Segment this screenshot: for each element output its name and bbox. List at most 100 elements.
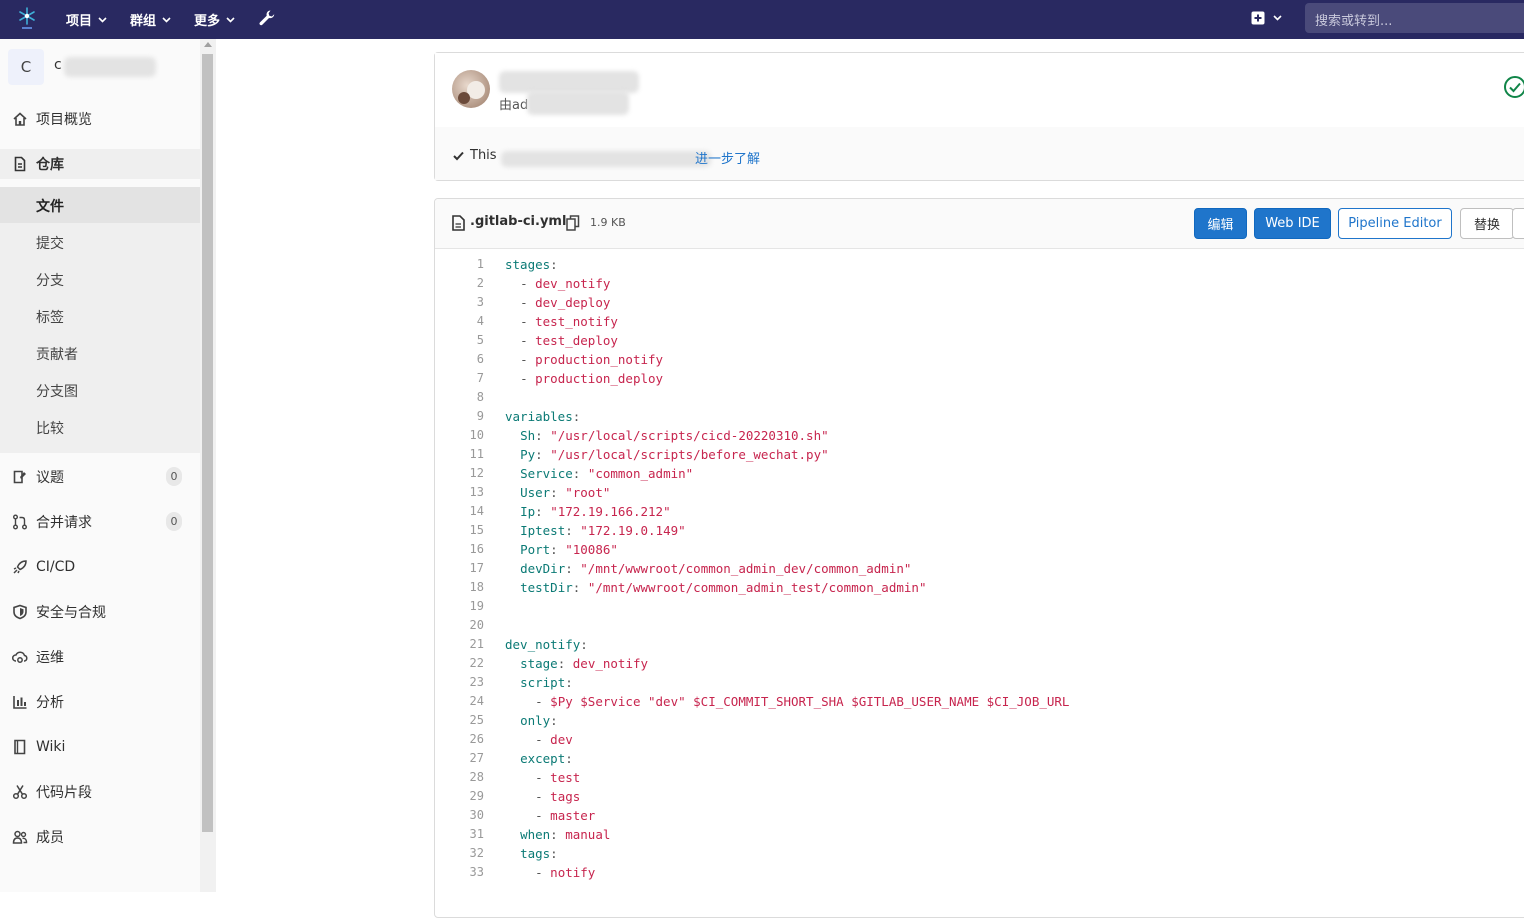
admin-wrench-icon[interactable] xyxy=(258,9,276,27)
scroll-up-arrow-icon[interactable] xyxy=(204,42,212,47)
code-text: - production_deploy xyxy=(520,371,664,386)
sidebar-item-merge-requests[interactable]: 合并请求 0 xyxy=(0,507,200,537)
line-number[interactable]: 7 xyxy=(435,371,484,385)
sidebar-item-overview[interactable]: 项目概览 xyxy=(0,104,200,134)
search-input[interactable]: 搜索或转到... xyxy=(1305,3,1524,33)
avatar[interactable] xyxy=(452,70,490,108)
line-number[interactable]: 8 xyxy=(435,390,484,404)
line-number[interactable]: 5 xyxy=(435,333,484,347)
sidebar-sub-contributors[interactable]: 贡献者 xyxy=(0,335,200,371)
line-number[interactable]: 31 xyxy=(435,827,484,841)
line-number[interactable]: 9 xyxy=(435,409,484,423)
project-name: c xyxy=(54,57,62,73)
plus-square-icon xyxy=(1251,11,1265,25)
line-number[interactable]: 33 xyxy=(435,865,484,879)
line-number[interactable]: 24 xyxy=(435,694,484,708)
line-number[interactable]: 30 xyxy=(435,808,484,822)
code-line: 7 - production_deploy xyxy=(435,371,1524,390)
commit-info-bar: This 进一步了解 xyxy=(435,127,1524,180)
copy-icon[interactable] xyxy=(566,215,580,231)
book-icon xyxy=(14,739,26,755)
code-text: User: "root" xyxy=(520,485,611,500)
pipeline-success-icon[interactable] xyxy=(1503,75,1524,99)
line-number[interactable]: 20 xyxy=(435,618,484,632)
sidebar-item-label: 合并请求 xyxy=(36,515,92,531)
sidebar-sub-files[interactable]: 文件 xyxy=(0,187,200,223)
sub-label: 标签 xyxy=(36,310,64,326)
sidebar-sub-commits[interactable]: 提交 xyxy=(0,224,200,260)
commit-note-text: This xyxy=(470,148,497,163)
more-actions-button[interactable] xyxy=(1512,208,1524,239)
line-number[interactable]: 23 xyxy=(435,675,484,689)
commit-header: 由ad xyxy=(435,53,1524,128)
code-text: - $Py $Service "dev" $CI_COMMIT_SHORT_SH… xyxy=(535,694,1070,709)
line-number[interactable]: 27 xyxy=(435,751,484,765)
line-number[interactable]: 22 xyxy=(435,656,484,670)
code-text: devDir: "/mnt/wwwroot/common_admin_dev/c… xyxy=(520,561,912,576)
line-number[interactable]: 29 xyxy=(435,789,484,803)
sidebar-item-analytics[interactable]: 分析 xyxy=(0,687,200,717)
chevron-down-icon xyxy=(226,16,235,23)
line-number[interactable]: 2 xyxy=(435,276,484,290)
code-line: 32 tags: xyxy=(435,846,1524,865)
line-number[interactable]: 32 xyxy=(435,846,484,860)
line-number[interactable]: 16 xyxy=(435,542,484,556)
line-number[interactable]: 12 xyxy=(435,466,484,480)
code-line: 25 only: xyxy=(435,713,1524,732)
nav-projects[interactable]: 项目 xyxy=(66,0,107,39)
line-number[interactable]: 14 xyxy=(435,504,484,518)
line-number[interactable]: 1 xyxy=(435,257,484,271)
file-viewer: .gitlab-ci.yml 1.9 KB 编辑 Web IDE Pipelin… xyxy=(434,198,1524,918)
sidebar-item-repository[interactable]: 仓库 xyxy=(0,149,200,179)
file-icon xyxy=(452,215,465,231)
sidebar-item-label: 安全与合规 xyxy=(36,605,106,621)
sidebar-item-members[interactable]: 成员 xyxy=(0,822,200,852)
sidebar-sub-branches[interactable]: 分支 xyxy=(0,261,200,297)
code-line: 20 xyxy=(435,618,1524,637)
web-ide-button[interactable]: Web IDE xyxy=(1254,208,1331,239)
edit-button[interactable]: 编辑 xyxy=(1194,208,1247,239)
line-number[interactable]: 26 xyxy=(435,732,484,746)
line-number[interactable]: 25 xyxy=(435,713,484,727)
line-number[interactable]: 18 xyxy=(435,580,484,594)
line-number[interactable]: 28 xyxy=(435,770,484,784)
code-line: 19 xyxy=(435,599,1524,618)
nav-more-label: 更多 xyxy=(194,14,221,29)
code-line: 26 - dev xyxy=(435,732,1524,751)
project-header[interactable]: C c xyxy=(8,49,198,85)
code-text: stages: xyxy=(505,257,558,272)
code-line: 18 testDir: "/mnt/wwwroot/common_admin_t… xyxy=(435,580,1524,599)
replace-button[interactable]: 替换 xyxy=(1460,208,1514,239)
line-number[interactable]: 17 xyxy=(435,561,484,575)
line-number[interactable]: 4 xyxy=(435,314,484,328)
sidebar-item-snippets[interactable]: 代码片段 xyxy=(0,777,200,807)
line-number[interactable]: 21 xyxy=(435,637,484,651)
line-number[interactable]: 11 xyxy=(435,447,484,461)
sidebar-sub-tags[interactable]: 标签 xyxy=(0,298,200,334)
sidebar-item-operations[interactable]: 运维 xyxy=(0,642,200,672)
line-number[interactable]: 6 xyxy=(435,352,484,366)
code-line: 23 script: xyxy=(435,675,1524,694)
learn-more-link[interactable]: 进一步了解 xyxy=(695,148,760,167)
nav-more[interactable]: 更多 xyxy=(194,0,235,39)
sidebar-sub-compare[interactable]: 比较 xyxy=(0,409,200,445)
line-number[interactable]: 3 xyxy=(435,295,484,309)
line-number[interactable]: 13 xyxy=(435,485,484,499)
replace-button-label: 替换 xyxy=(1473,218,1500,233)
sidebar-item-security[interactable]: 安全与合规 xyxy=(0,597,200,627)
sub-label: 分支图 xyxy=(36,384,78,400)
sidebar-scrollbar-thumb[interactable] xyxy=(202,54,213,832)
sidebar-item-cicd[interactable]: CI/CD xyxy=(0,552,200,582)
line-number[interactable]: 10 xyxy=(435,428,484,442)
sidebar-sub-graph[interactable]: 分支图 xyxy=(0,372,200,408)
new-item-dropdown[interactable] xyxy=(1251,11,1282,25)
repository-submenu: 文件 提交 分支 标签 贡献者 分支图 比较 xyxy=(0,187,200,453)
pipeline-editor-button[interactable]: Pipeline Editor xyxy=(1338,208,1452,239)
sidebar-item-issues[interactable]: 议题 0 xyxy=(0,462,200,492)
code-line: 29 - tags xyxy=(435,789,1524,808)
gitlab-logo-icon[interactable] xyxy=(15,6,39,32)
sidebar-item-wiki[interactable]: Wiki xyxy=(0,732,200,762)
line-number[interactable]: 19 xyxy=(435,599,484,613)
nav-groups[interactable]: 群组 xyxy=(130,0,171,39)
line-number[interactable]: 15 xyxy=(435,523,484,537)
